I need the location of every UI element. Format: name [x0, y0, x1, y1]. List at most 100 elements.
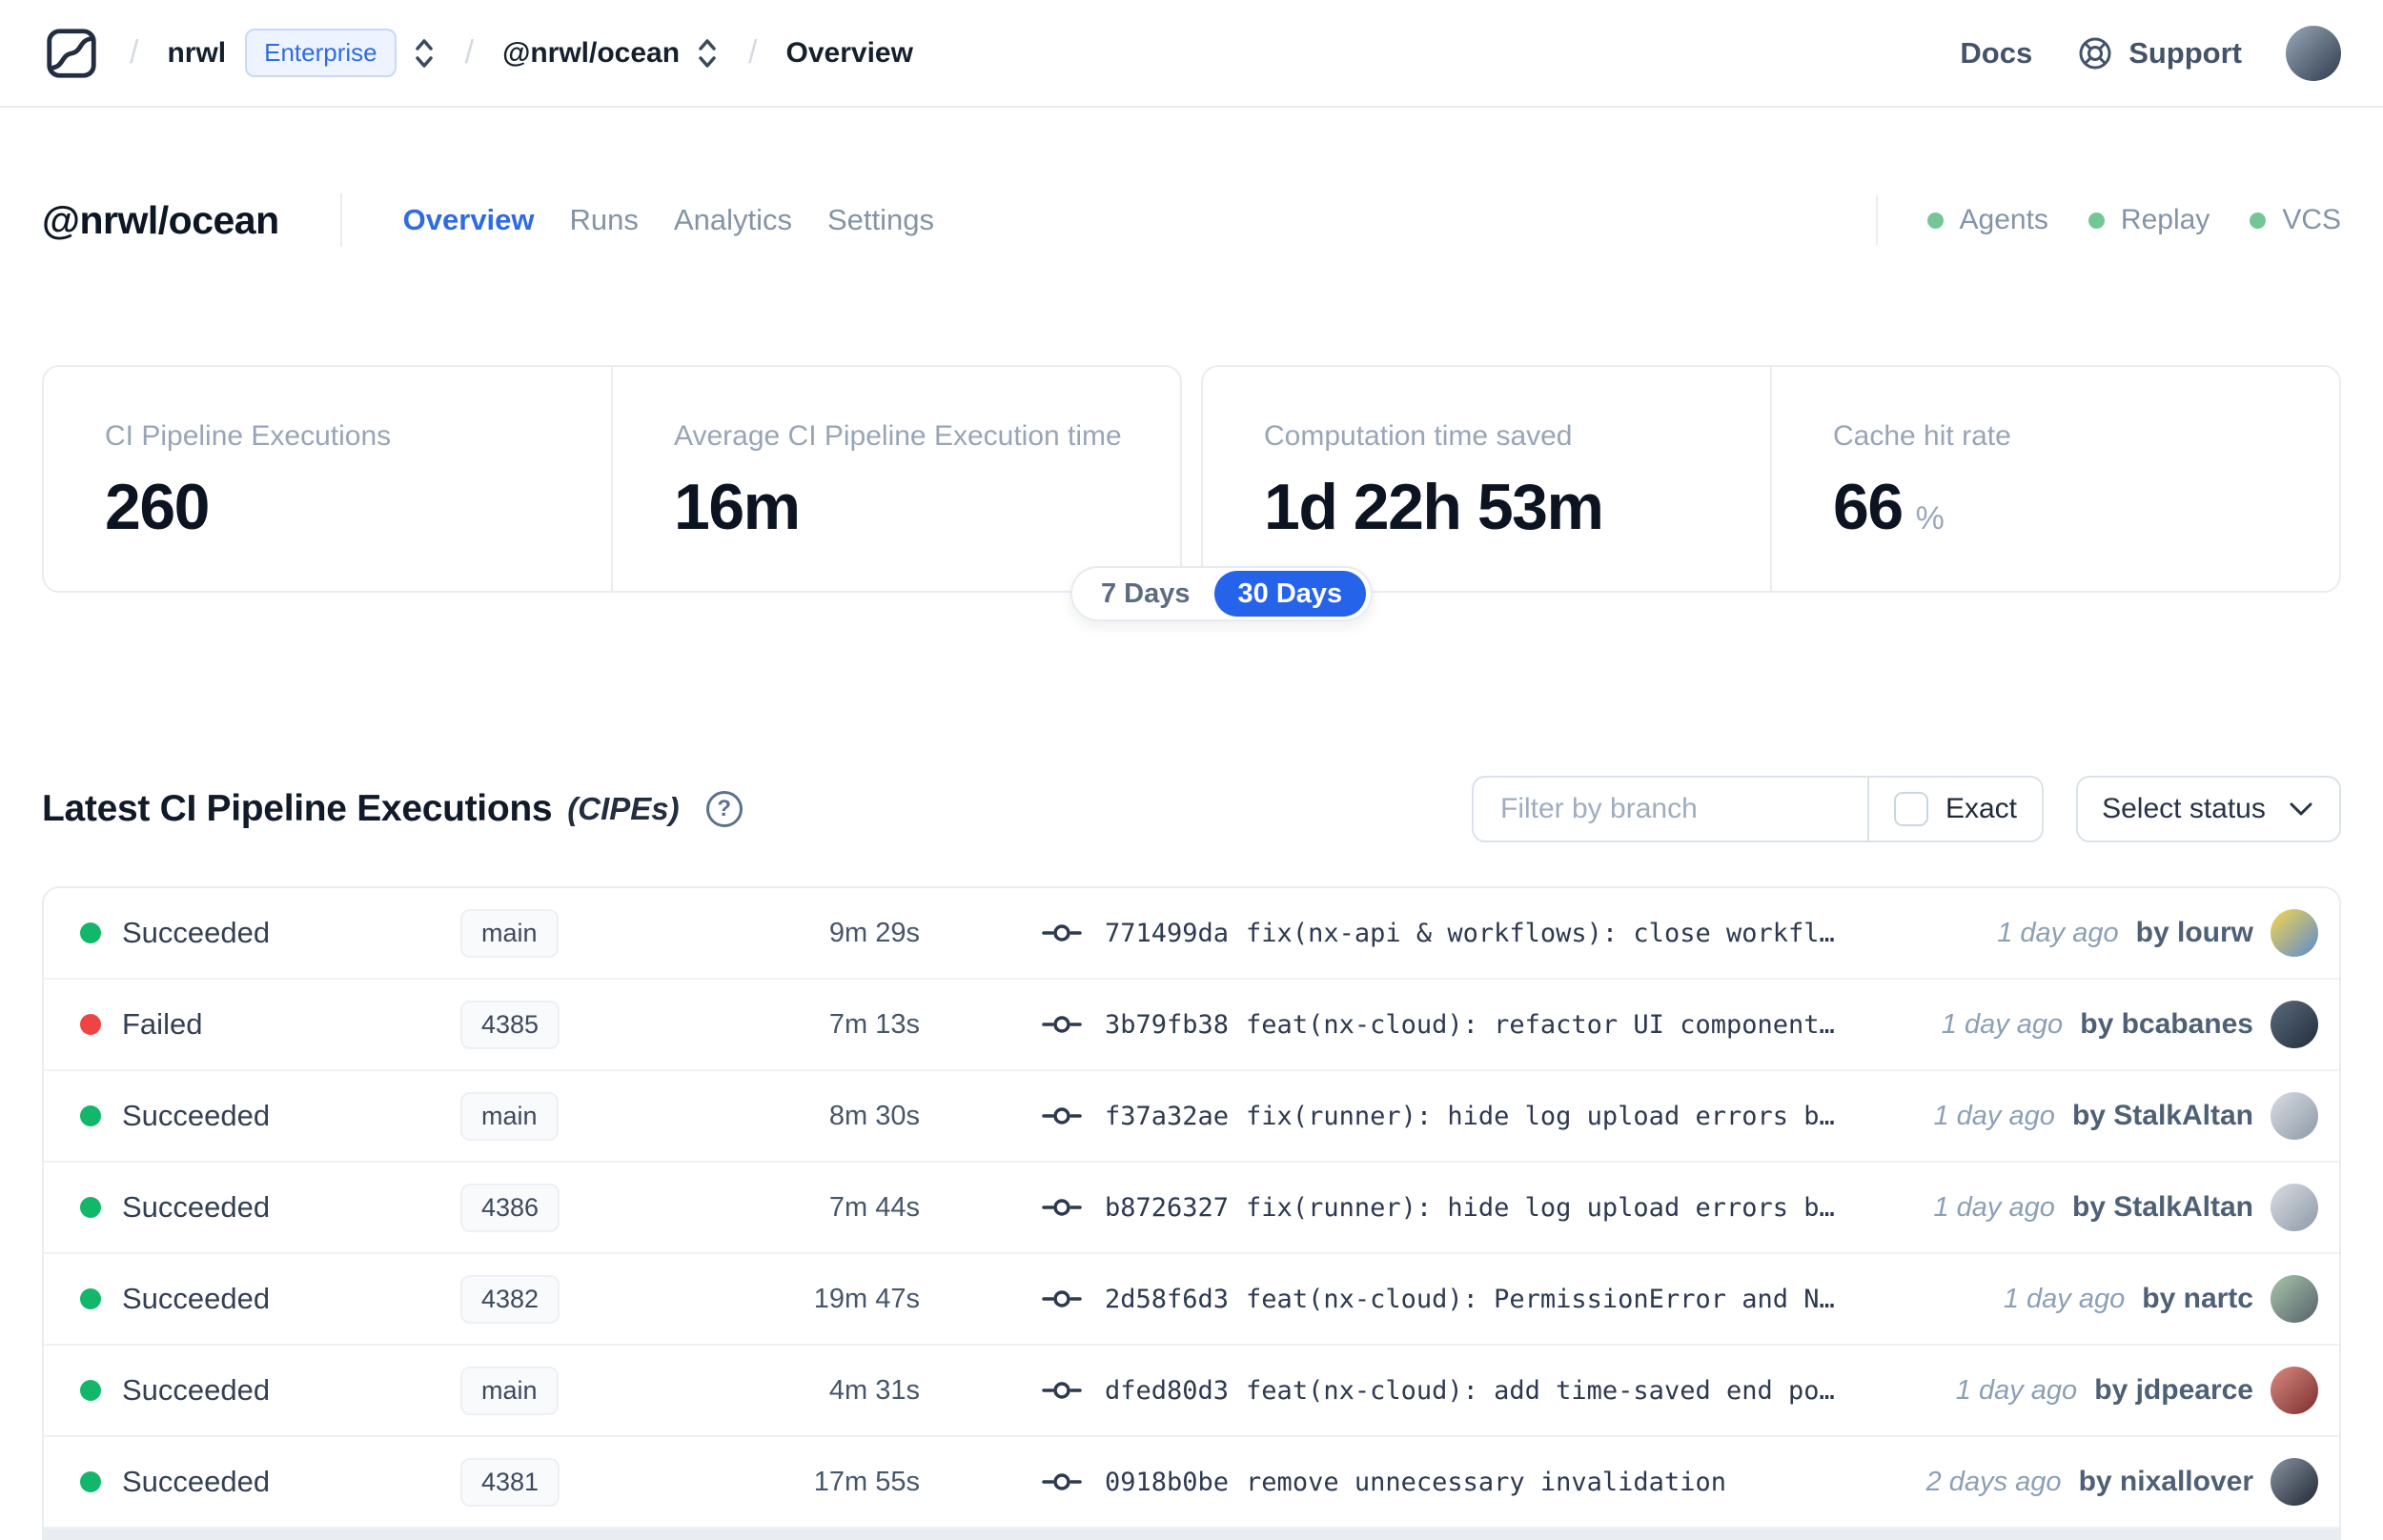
tab-overview[interactable]: Overview: [403, 203, 535, 237]
workspace-tabs: Overview Runs Analytics Settings: [403, 203, 934, 237]
tab-settings[interactable]: Settings: [827, 203, 934, 237]
avatar: [2271, 1458, 2318, 1506]
table-row[interactable]: Succeeded 4381 17m 55s 0918b0be remove u…: [44, 1437, 2339, 1529]
branch-cell: 4381: [460, 1457, 718, 1507]
workspace-header: @nrwl/ocean Overview Runs Analytics Sett…: [0, 193, 2383, 247]
status-dot: [80, 1197, 101, 1218]
help-icon[interactable]: ?: [705, 791, 743, 827]
avatar: [2271, 1184, 2318, 1231]
time-cell: 1 day ago by nartc: [2004, 1283, 2253, 1315]
exact-checkbox[interactable]: [1893, 792, 1928, 826]
stat-cache-hit-rate: Cache hit rate 66%: [1770, 367, 2339, 591]
status-cell: Succeeded: [80, 1282, 460, 1316]
status-cell: Succeeded: [80, 1099, 460, 1133]
commit-message: fix(runner): hide log upload errors b…: [1246, 1101, 1835, 1131]
status-label: Failed: [122, 1007, 203, 1041]
lifebuoy-icon: [2076, 34, 2114, 72]
table-row[interactable]: Succeeded main 9m 29s 771499da fix(nx-ap…: [44, 888, 2339, 980]
branch-badge: 4381: [460, 1457, 560, 1507]
section-controls: Exact Select status: [1472, 776, 2341, 842]
branch-badge: 4385: [460, 1000, 560, 1049]
nx-cloud-logo-icon[interactable]: [42, 18, 101, 89]
author: by StalkAltan: [2071, 1100, 2253, 1131]
table-row[interactable]: Succeeded main 4m 31s dfed80d3 feat(nx-c…: [44, 1346, 2339, 1437]
table-row[interactable]: Succeeded 4386 7m 44s b8726327 fix(runne…: [44, 1163, 2339, 1254]
commit-icon: [1042, 1014, 1082, 1035]
section-title: Latest CI Pipeline Executions: [42, 788, 553, 829]
org-switcher-chevron-updown-icon[interactable]: [412, 34, 437, 72]
breadcrumb-org[interactable]: nrwl: [167, 37, 226, 70]
tab-analytics[interactable]: Analytics: [674, 203, 792, 237]
support-link[interactable]: Support: [2076, 34, 2242, 72]
time-ago: 1 day ago: [2003, 1284, 2126, 1314]
table-row[interactable]: Failed 4385 7m 13s 3b79fb38 feat(nx-clou…: [44, 980, 2339, 1071]
commit-message: feat(nx-cloud): PermissionError and N…: [1246, 1284, 1835, 1314]
stat-card-group-left: CI Pipeline Executions 260 Average CI Pi…: [42, 365, 1182, 593]
commit-message: feat(nx-cloud): refactor UI component…: [1246, 1009, 1835, 1040]
duration: 17m 55s: [813, 1466, 920, 1497]
status-dot: [80, 1105, 101, 1126]
workspace-switcher-chevron-updown-icon[interactable]: [695, 34, 720, 72]
date-range-toggle: 7 Days 30 Days: [1070, 566, 1374, 621]
status-label: Succeeded: [122, 1465, 271, 1498]
time-cell: 1 day ago by jdpearce: [1956, 1374, 2253, 1407]
commit-hash: 0918b0be: [1105, 1467, 1230, 1497]
exact-toggle[interactable]: Exact: [1869, 792, 2042, 826]
table-row[interactable]: Succeeded main 8m 30s f37a32ae fix(runne…: [44, 1071, 2339, 1163]
commit-cell: dfed80d3 feat(nx-cloud): add time-saved …: [920, 1376, 1956, 1406]
commit-cell: f37a32ae fix(runner): hide log upload er…: [920, 1102, 1933, 1131]
workspace-title: @nrwl/ocean: [42, 197, 279, 242]
status-dot: [80, 1380, 101, 1401]
top-nav: / nrwl Enterprise / @nrwl/ocean / Overvi…: [0, 0, 2383, 108]
tab-runs[interactable]: Runs: [570, 203, 639, 237]
time-ago: 2 days ago: [1925, 1467, 2062, 1497]
commit-icon: [1042, 922, 1082, 943]
table-row[interactable]: Succeeded 4382 19m 47s 2d58f6d3 feat(nx-…: [44, 1254, 2339, 1346]
commit-message: fix(nx-api & workflows): close workfl…: [1246, 918, 1835, 948]
cipe-table: Succeeded main 9m 29s 771499da fix(nx-ap…: [42, 886, 2341, 1540]
author: by nartc: [2142, 1283, 2253, 1314]
status-dot-icon: [1926, 212, 1944, 229]
commit-cell: 3b79fb38 feat(nx-cloud): refactor UI com…: [920, 1010, 1942, 1040]
status-dot: [80, 922, 101, 943]
stat-ci-pipeline-executions: CI Pipeline Executions 260: [105, 420, 392, 543]
select-status-button[interactable]: Select status: [2076, 776, 2341, 842]
commit-cell: 771499da fix(nx-api & workflows): close …: [920, 919, 1997, 948]
docs-link[interactable]: Docs: [1960, 36, 2032, 71]
commit-cell: b8726327 fix(runner): hide log upload er…: [920, 1193, 1933, 1223]
section-subtitle: (CIPEs): [567, 791, 680, 826]
avatar: [2271, 1001, 2318, 1048]
branch-badge: 4382: [460, 1274, 560, 1324]
user-avatar[interactable]: [2286, 25, 2341, 81]
duration: 19m 47s: [813, 1283, 920, 1314]
exact-label: Exact: [1945, 793, 2017, 824]
breadcrumb-separator: /: [748, 34, 758, 71]
branch-filter-input[interactable]: [1474, 793, 1867, 825]
commit-icon: [1042, 1288, 1082, 1309]
status-label: Succeeded: [122, 1282, 271, 1315]
avatar: [2271, 1092, 2318, 1140]
commit-icon: [1042, 1380, 1082, 1401]
time-ago: 1 day ago: [1941, 1009, 2064, 1040]
branch-badge: main: [460, 1091, 559, 1141]
range-option-7-days[interactable]: 7 Days: [1077, 571, 1214, 617]
avatar: [2271, 1275, 2318, 1323]
commit-cell: 0918b0be remove unnecessary invalidation: [920, 1468, 1926, 1497]
divider: [339, 193, 342, 247]
branch-badge: main: [460, 1366, 559, 1415]
status-dot: [80, 1288, 101, 1309]
stat-computation-time-saved: Computation time saved 1d 22h 53m: [1264, 420, 1604, 543]
status-label: Succeeded: [122, 1099, 271, 1132]
range-option-30-days[interactable]: 30 Days: [1213, 571, 1367, 617]
breadcrumb-workspace[interactable]: @nrwl/ocean: [502, 37, 680, 70]
author: by StalkAltan: [2071, 1191, 2253, 1223]
status-dot-icon: [2250, 212, 2267, 229]
duration: 7m 13s: [828, 1008, 920, 1040]
status-cell: Succeeded: [80, 1373, 460, 1408]
integration-statuses: Agents Replay VCS: [1875, 195, 2341, 245]
commit-icon: [1042, 1197, 1082, 1218]
chevron-down-icon: [2287, 800, 2315, 819]
nav-right: Docs Support: [1960, 25, 2341, 81]
stats-section: CI Pipeline Executions 260 Average CI Pi…: [0, 365, 2383, 621]
next-row-peek: [44, 1529, 2339, 1540]
